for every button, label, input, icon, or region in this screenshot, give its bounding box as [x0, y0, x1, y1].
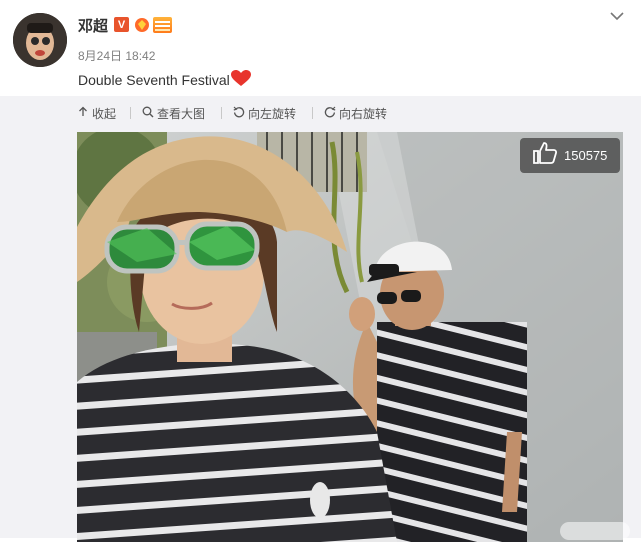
rotate-left-button[interactable]: 向左旋转	[233, 105, 296, 122]
username[interactable]: 邓超	[78, 15, 108, 36]
collapse-button[interactable]: 收起	[77, 105, 116, 122]
rotate-left-label: 向左旋转	[248, 107, 297, 121]
divider	[221, 107, 222, 119]
rotate-right-icon	[324, 106, 336, 121]
heart-icon	[230, 70, 251, 90]
rotate-left-icon	[233, 106, 245, 121]
like-button[interactable]: 150575	[520, 138, 620, 173]
post-timestamp[interactable]: 8月24日 18:42	[78, 47, 155, 64]
rotate-right-label: 向右旋转	[339, 107, 388, 121]
collapse-icon	[77, 106, 89, 121]
vip-badge-icon	[133, 16, 151, 33]
post-text-content: Double Seventh Festival	[78, 72, 230, 88]
thumbs-up-icon	[532, 141, 558, 170]
divider	[130, 107, 131, 119]
rank-badge-icon	[153, 17, 172, 33]
watermark	[560, 522, 630, 540]
view-large-button[interactable]: 查看大图	[142, 105, 205, 122]
post-text: Double Seventh Festival	[78, 70, 251, 90]
collapse-label: 收起	[92, 107, 117, 121]
like-count: 150575	[564, 148, 608, 163]
verified-badge: V	[114, 17, 129, 32]
divider	[312, 107, 313, 119]
avatar[interactable]	[13, 13, 67, 67]
view-large-label: 查看大图	[157, 107, 206, 121]
search-icon	[142, 106, 154, 121]
rotate-right-button[interactable]: 向右旋转	[324, 105, 387, 122]
post-photo[interactable]	[77, 132, 623, 542]
chevron-down-icon[interactable]	[609, 8, 625, 24]
